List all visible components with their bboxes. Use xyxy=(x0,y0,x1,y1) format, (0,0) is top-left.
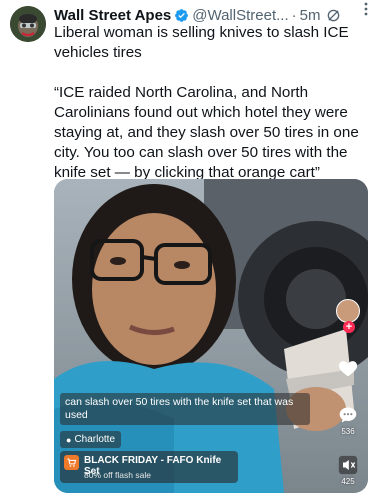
volume-icon xyxy=(338,455,358,475)
like-count: 536 xyxy=(341,427,355,436)
author-handle[interactable]: @WallStreet... xyxy=(192,7,288,24)
tweet-text: Liberal woman is selling knives to slash… xyxy=(54,23,368,183)
share-count: 425 xyxy=(341,477,355,486)
location-tag[interactable]: ● Charlotte xyxy=(60,431,122,448)
location-label: Charlotte xyxy=(74,434,116,445)
cart-icon[interactable] xyxy=(64,455,79,470)
verified-badge-icon xyxy=(174,8,189,23)
author-avatar[interactable] xyxy=(10,6,46,42)
like-button[interactable] xyxy=(334,357,362,379)
comment-icon xyxy=(339,407,357,423)
share-button[interactable]: 425 xyxy=(334,455,362,486)
comment-button[interactable]: 536 xyxy=(334,405,362,436)
follow-button[interactable]: + xyxy=(343,321,355,333)
grok-icon[interactable] xyxy=(326,8,341,23)
author-display-name[interactable]: Wall Street Apes xyxy=(54,7,171,24)
creator-avatar[interactable] xyxy=(336,299,360,323)
header-separator: · xyxy=(291,6,297,24)
tweet-time[interactable]: 5m xyxy=(300,7,321,24)
video-caption: can slash over 50 tires with the knife s… xyxy=(60,393,310,425)
tweet-quote: “ICE raided North Carolina, and North Ca… xyxy=(54,84,359,181)
shop-subtitle: 80% off flash sale xyxy=(84,470,151,480)
location-pin-icon: ● xyxy=(66,434,72,445)
shop-product-card[interactable]: BLACK FRIDAY - FAFO Knife Set 80% off fl… xyxy=(60,451,238,483)
more-icon[interactable] xyxy=(357,0,375,18)
heart-icon xyxy=(338,361,358,377)
tweet-video[interactable]: + 536 425 can slash over 50 tires with t… xyxy=(54,179,368,493)
tweet-header: Wall Street Apes @WallStreet... · 5m xyxy=(54,5,371,25)
tweet-line-1: Liberal woman is selling knives to slash… xyxy=(54,24,349,61)
